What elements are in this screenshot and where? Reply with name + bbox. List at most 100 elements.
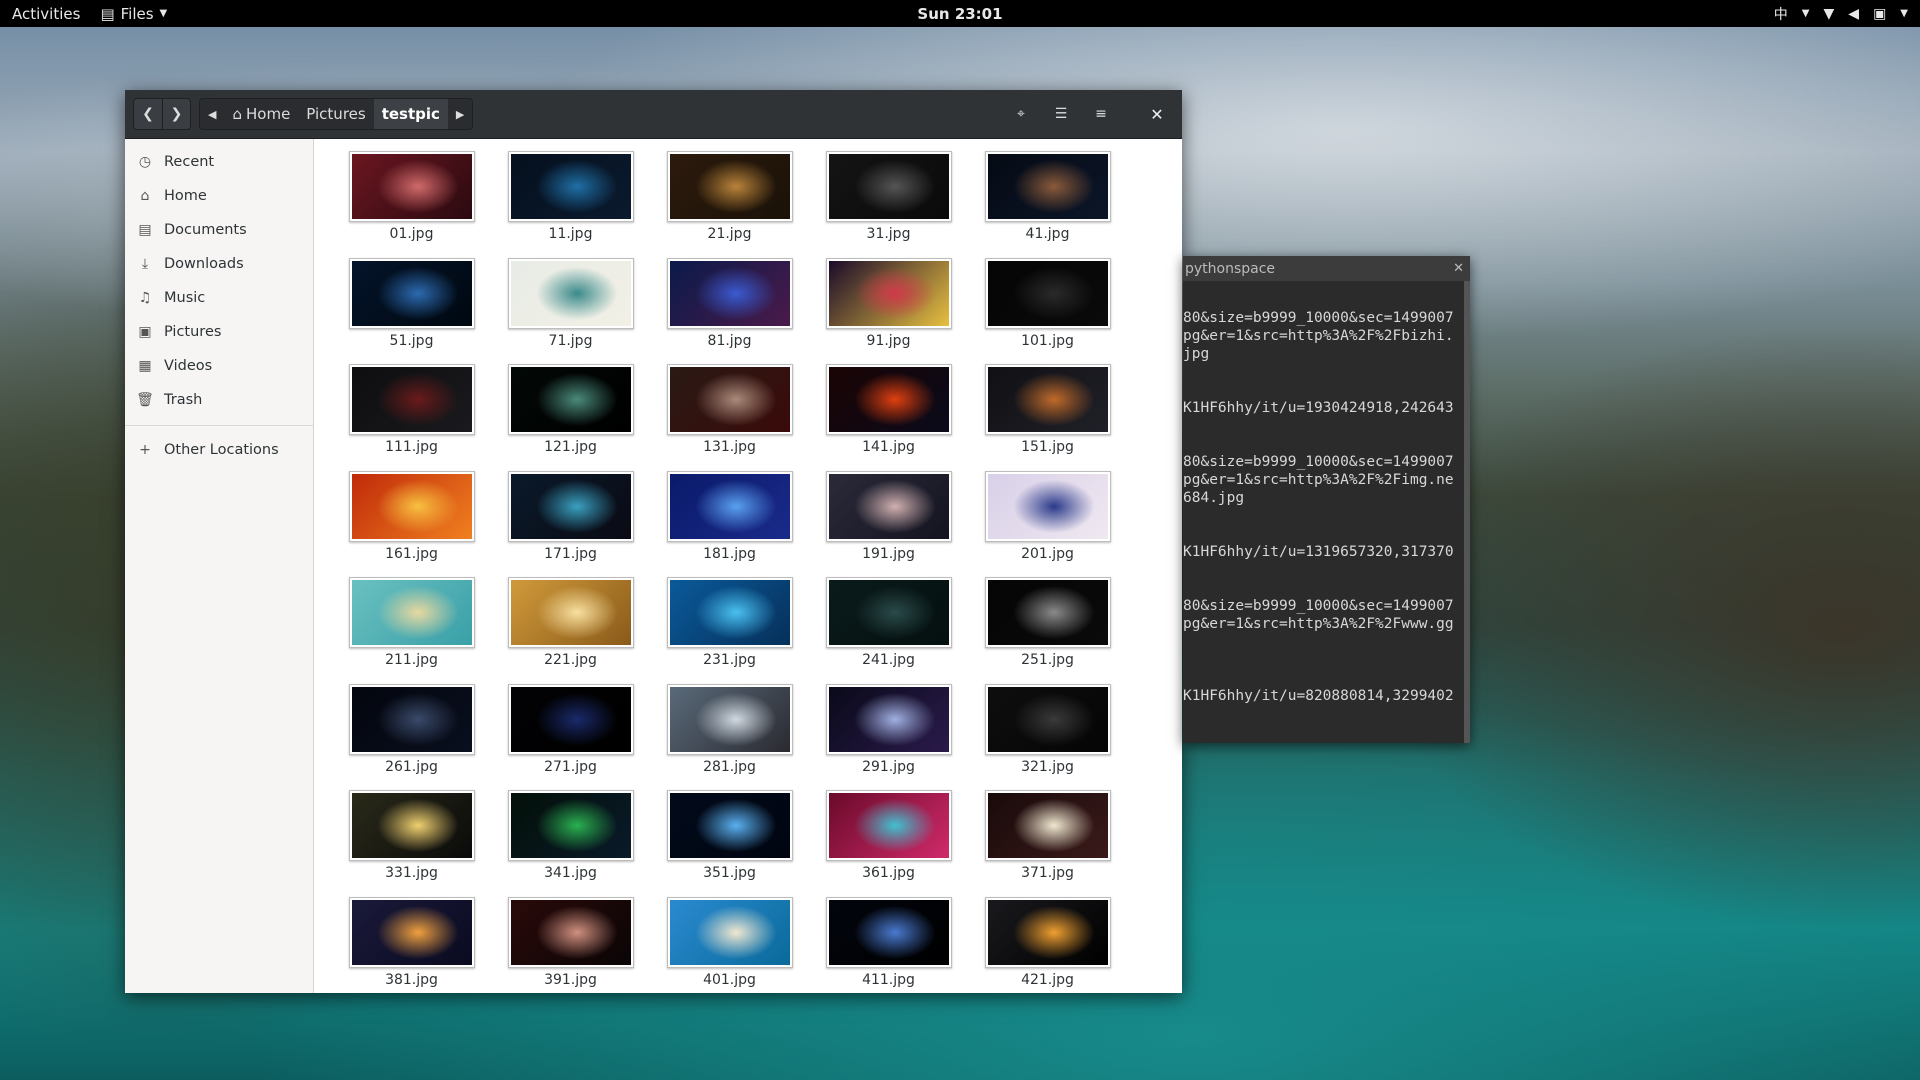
file-item[interactable]: 291.jpg <box>809 683 968 791</box>
image-thumbnail <box>666 470 793 542</box>
file-item[interactable]: 411.jpg <box>809 896 968 1004</box>
list-view-button[interactable]: ☰ <box>1044 99 1078 129</box>
location-button[interactable]: ⌖ <box>1004 99 1038 129</box>
file-item[interactable]: 31.jpg <box>809 151 968 258</box>
activities-button[interactable]: Activities <box>0 5 92 23</box>
sidebar-item-music[interactable]: ♫ Music <box>125 281 313 315</box>
file-item[interactable]: 01.jpg <box>332 151 491 258</box>
file-item[interactable]: 51.jpg <box>332 257 491 365</box>
file-item[interactable]: 121.jpg <box>491 364 650 471</box>
file-name: 251.jpg <box>1021 652 1074 668</box>
file-item[interactable]: 41.jpg <box>968 151 1127 258</box>
file-item[interactable]: 241.jpg <box>809 577 968 684</box>
terminal-line: K1HF6hhy/it/u=820880814,3299402 <box>1183 688 1454 704</box>
file-item[interactable]: 321.jpg <box>968 683 1127 791</box>
file-item[interactable]: 331.jpg <box>332 790 491 897</box>
system-tray[interactable]: 中 ▼ ▼ ◀ ▣ ▼ <box>1774 4 1908 24</box>
file-item[interactable]: 371.jpg <box>968 790 1127 897</box>
sidebar-item-trash[interactable]: 🗑 Trash <box>125 383 313 417</box>
image-thumbnail <box>666 896 793 968</box>
file-name: 351.jpg <box>703 865 756 881</box>
file-item[interactable]: 111.jpg <box>332 364 491 471</box>
volume-icon: ◀ <box>1848 5 1860 22</box>
app-menu[interactable]: ▤ Files ▼ <box>100 5 167 23</box>
image-thumbnail <box>984 151 1111 222</box>
file-name: 121.jpg <box>544 439 597 455</box>
file-item[interactable]: 201.jpg <box>968 470 1127 578</box>
thumbnail-image <box>669 260 790 326</box>
forward-button[interactable]: ❯ <box>162 99 190 129</box>
file-item[interactable]: 71.jpg <box>491 257 650 365</box>
sidebar-item-recent[interactable]: ◷ Recent <box>125 145 313 179</box>
thumbnail-image <box>351 686 472 752</box>
sidebar-item-downloads[interactable]: ⤓ Downloads <box>125 247 313 281</box>
download-icon: ⤓ <box>141 256 149 272</box>
file-item[interactable]: 381.jpg <box>332 896 491 1004</box>
menu-button[interactable]: ≡ <box>1084 99 1118 129</box>
file-item[interactable]: 361.jpg <box>809 790 968 897</box>
clock[interactable]: Sun 23:01 <box>917 5 1002 23</box>
file-name: 81.jpg <box>707 332 752 349</box>
file-item[interactable]: 141.jpg <box>809 364 968 471</box>
file-item[interactable]: 351.jpg <box>650 790 809 897</box>
path-scroll-left[interactable]: ◀ <box>200 99 224 129</box>
thumbnail-image <box>828 367 949 432</box>
file-item[interactable]: 421.jpg <box>968 896 1127 1004</box>
file-item[interactable]: 171.jpg <box>491 470 650 578</box>
sidebar-item-other-locations[interactable]: + Other Locations <box>125 433 313 467</box>
file-name: 261.jpg <box>385 758 438 775</box>
file-item[interactable]: 221.jpg <box>491 577 650 684</box>
file-name: 161.jpg <box>385 545 438 562</box>
thumbnail-image <box>987 793 1108 858</box>
file-item[interactable]: 341.jpg <box>491 790 650 897</box>
back-button[interactable]: ❮ <box>134 99 162 129</box>
file-item[interactable]: 211.jpg <box>332 577 491 684</box>
terminal-line: jpg <box>1183 346 1210 362</box>
file-item[interactable]: 391.jpg <box>491 896 650 1004</box>
file-item[interactable]: 81.jpg <box>650 257 809 365</box>
thumbnail-image <box>828 473 949 539</box>
file-item[interactable]: 11.jpg <box>491 151 650 258</box>
file-item[interactable]: 191.jpg <box>809 470 968 578</box>
file-item[interactable]: 131.jpg <box>650 364 809 471</box>
sidebar-item-pictures[interactable]: ▣ Pictures <box>125 315 313 349</box>
terminal-scrollbar[interactable] <box>1464 281 1470 743</box>
terminal-line: 80&size=b9999_10000&sec=1499007 <box>1183 454 1454 470</box>
file-name: 291.jpg <box>862 758 915 775</box>
crumb-testpic[interactable]: testpic <box>373 99 448 129</box>
file-item[interactable]: 161.jpg <box>332 470 491 578</box>
file-item[interactable]: 91.jpg <box>809 257 968 365</box>
path-scroll-right[interactable]: ▶ <box>448 99 472 129</box>
thumbnail-image <box>351 367 472 432</box>
crumb-pictures[interactable]: Pictures <box>298 99 373 129</box>
image-thumbnail <box>825 151 952 222</box>
file-item[interactable]: 151.jpg <box>968 364 1127 471</box>
sidebar-item-home[interactable]: ⌂ Home <box>125 179 313 213</box>
file-item[interactable]: 181.jpg <box>650 470 809 578</box>
file-item[interactable]: 271.jpg <box>491 683 650 791</box>
sidebar-item-videos[interactable]: ▦ Videos <box>125 349 313 383</box>
file-name: 381.jpg <box>385 971 438 988</box>
file-item[interactable]: 21.jpg <box>650 151 809 258</box>
terminal-window[interactable]: pythonspace ✕ 80&size=b9999_10000&sec=14… <box>1183 256 1470 743</box>
image-thumbnail <box>507 364 634 435</box>
file-item[interactable]: 231.jpg <box>650 577 809 684</box>
sidebar-item-label: Pictures <box>164 324 222 340</box>
input-method-indicator[interactable]: 中 <box>1774 4 1788 24</box>
file-item[interactable]: 101.jpg <box>968 257 1127 365</box>
image-thumbnail <box>825 896 952 968</box>
file-item[interactable]: 261.jpg <box>332 683 491 791</box>
file-item[interactable]: 401.jpg <box>650 896 809 1004</box>
close-button[interactable]: ✕ <box>1140 99 1174 129</box>
file-name: 221.jpg <box>544 652 597 668</box>
sidebar-item-documents[interactable]: ▤ Documents <box>125 213 313 247</box>
image-thumbnail <box>984 896 1111 968</box>
thumbnail-image <box>510 154 631 219</box>
close-icon[interactable]: ✕ <box>1453 261 1464 276</box>
file-item[interactable]: 281.jpg <box>650 683 809 791</box>
crumb-home[interactable]: ⌂ Home <box>224 99 298 129</box>
file-name: 111.jpg <box>385 439 438 455</box>
file-item[interactable]: 251.jpg <box>968 577 1127 684</box>
